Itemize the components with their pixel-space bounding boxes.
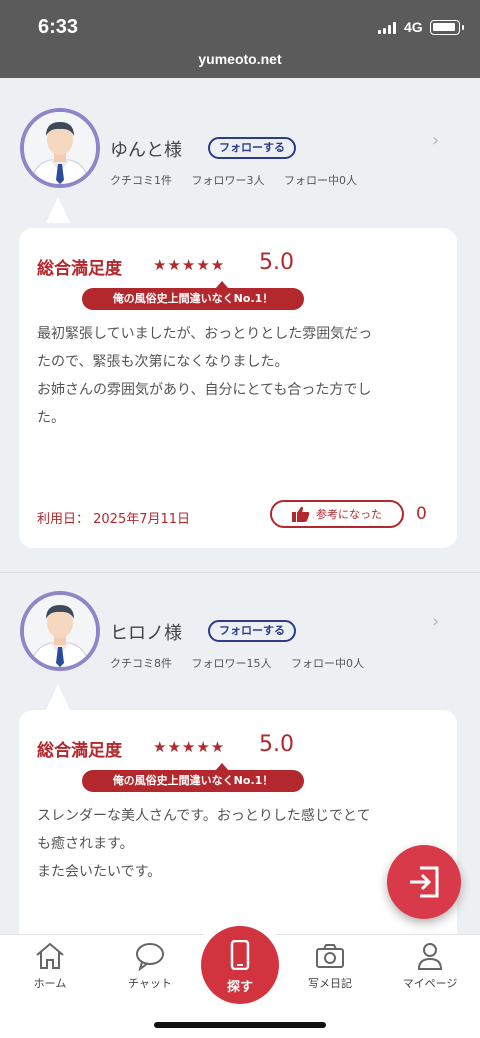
reviewer-stats: クチコミ8件 フォロワー15人 フォロー中0人 — [110, 655, 380, 671]
star-rating: ★★★★★ — [153, 738, 226, 756]
nav-home[interactable]: ホーム — [2, 941, 98, 991]
following-count: フォロー中0人 — [291, 657, 364, 670]
review-count: クチコミ8件 — [110, 657, 172, 670]
clock: 6:33 — [38, 16, 79, 38]
chevron-right-icon[interactable]: › — [432, 130, 439, 151]
battery-icon — [430, 20, 464, 35]
home-icon — [36, 942, 64, 969]
review-line: スレンダーな美人さんです。おっとりした感じでとて — [37, 808, 371, 824]
follow-button[interactable]: フォローする — [208, 620, 296, 642]
reviewer-stats: クチコミ1件 フォロワー3人 フォロー中0人 — [110, 172, 373, 188]
review-line: た。 — [37, 410, 65, 426]
star-rating: ★★★★★ — [153, 256, 226, 274]
satisfaction-label: 総合満足度 — [37, 259, 122, 279]
card-pointer — [46, 197, 70, 223]
nav-label: チャット — [128, 977, 172, 990]
review-line: また会いたいです。 — [37, 864, 162, 880]
helpful-label: 参考になった — [316, 508, 382, 521]
review-body: 最初緊張していましたが、おっとりとした雰囲気だっ たので、緊張も次第になくなりま… — [37, 320, 442, 432]
follower-count: フォロワー15人 — [191, 657, 272, 670]
review-line: も癒されます。 — [37, 836, 134, 852]
exit-button[interactable] — [387, 845, 461, 919]
review-line: 最初緊張していましたが、おっとりとした雰囲気だっ — [37, 326, 373, 342]
satisfaction-label: 総合満足度 — [37, 741, 122, 761]
nav-label: 写メ日記 — [308, 977, 352, 990]
card-pointer — [46, 684, 70, 710]
use-date: 利用日： 2025年7月11日 — [37, 512, 191, 527]
nav-search[interactable]: 探す — [201, 926, 279, 1004]
sign-in-icon — [410, 866, 439, 898]
nav-label: ホーム — [33, 977, 67, 990]
camera-icon — [316, 944, 344, 968]
follower-count: フォロワー3人 — [191, 174, 265, 187]
nav-label: マイページ — [402, 977, 458, 990]
review-ribbon: 俺の風俗史上間違いなくNo.1！ — [82, 281, 304, 310]
smartphone-icon — [230, 940, 250, 970]
signal-icon — [378, 22, 396, 34]
follow-button[interactable]: フォローする — [208, 137, 296, 159]
nav-chat[interactable]: チャット — [102, 941, 198, 991]
review-line: お姉さんの雰囲気があり、自分にとても合った方でし — [37, 382, 372, 398]
helpful-count: 0 — [416, 504, 427, 524]
following-count: フォロー中0人 — [284, 174, 357, 187]
home-indicator — [154, 1022, 326, 1028]
nav-mypage[interactable]: マイページ — [382, 941, 478, 991]
avatar[interactable] — [20, 591, 100, 671]
review-count: クチコミ1件 — [110, 174, 172, 187]
avatar[interactable] — [20, 108, 100, 188]
reviewer-name[interactable]: ゆんと様 — [110, 136, 182, 162]
thumbs-up-icon — [292, 506, 310, 522]
nav-photo-diary[interactable]: 写メ日記 — [282, 941, 378, 991]
chat-icon — [136, 943, 164, 971]
network-type: 4G — [404, 19, 423, 35]
review-line: たので、緊張も次第になくなりました。 — [37, 354, 289, 370]
review-section: ゆんと様 フォローする › クチコミ1件 フォロワー3人 フォロー中0人 総合満… — [0, 90, 480, 572]
rating-score: 5.0 — [259, 732, 294, 757]
review-card: 総合満足度 ★★★★★ 5.0 俺の風俗史上間違いなくNo.1！ 最初緊張してい… — [19, 228, 457, 548]
review-ribbon: 俺の風俗史上間違いなくNo.1！ — [82, 763, 304, 792]
review-body: スレンダーな美人さんです。おっとりした感じでとて も癒されます。 また会いたいで… — [37, 802, 442, 886]
user-icon — [417, 943, 443, 970]
helpful-button[interactable]: 参考になった — [270, 500, 404, 528]
chevron-right-icon[interactable]: › — [432, 611, 439, 632]
reviewer-name[interactable]: ヒロノ様 — [110, 619, 182, 645]
nav-label: 探す — [226, 980, 253, 995]
url-bar[interactable]: yumeoto.net — [0, 51, 480, 67]
rating-score: 5.0 — [259, 250, 294, 275]
status-bar: 6:33 4G yumeoto.net — [0, 0, 480, 78]
